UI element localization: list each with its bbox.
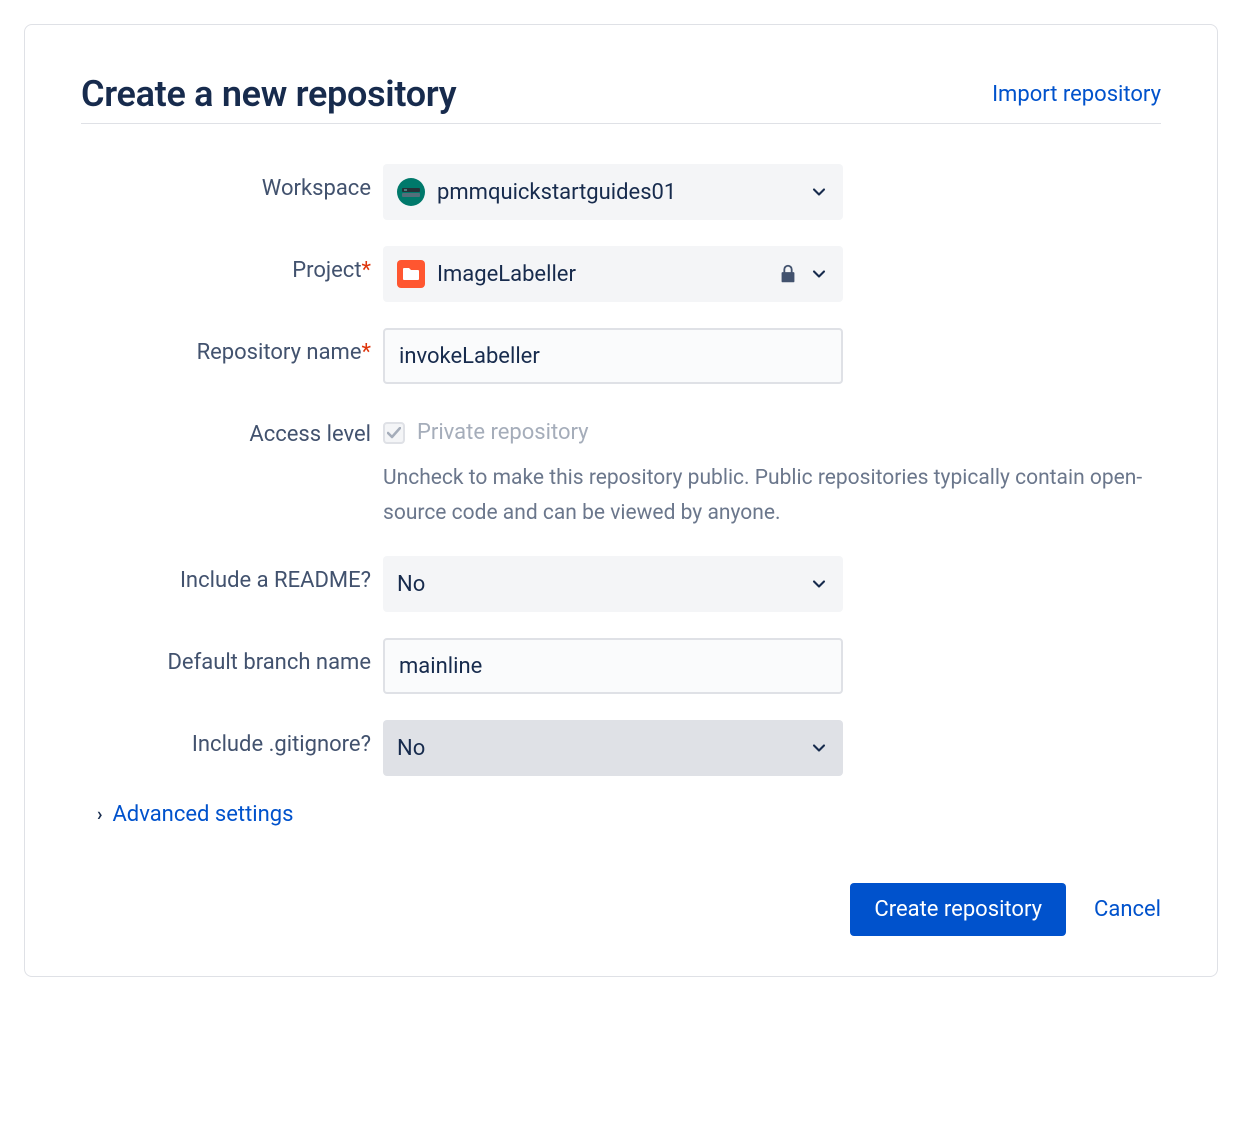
workspace-value: pmmquickstartguides01 — [437, 180, 676, 205]
project-value: ImageLabeller — [437, 262, 576, 287]
chevron-down-icon — [809, 738, 829, 758]
access-help-text: Uncheck to make this repository public. … — [383, 461, 1161, 530]
row-workspace: Workspace pmmquickstartguides01 — [81, 164, 1161, 220]
advanced-settings-label: Advanced settings — [112, 802, 293, 827]
chevron-right-icon: › — [97, 804, 102, 825]
cancel-button[interactable]: Cancel — [1094, 897, 1161, 922]
workspace-avatar-icon — [397, 178, 425, 206]
label-project: Project* — [81, 246, 383, 283]
row-gitignore: Include .gitignore? No — [81, 720, 1161, 776]
repo-name-input[interactable] — [383, 328, 843, 384]
gitignore-value: No — [397, 736, 425, 761]
import-repository-link[interactable]: Import repository — [992, 82, 1161, 107]
label-repo-name: Repository name* — [81, 328, 383, 365]
project-folder-icon — [397, 260, 425, 288]
footer: Create repository Cancel — [81, 883, 1161, 936]
workspace-select[interactable]: pmmquickstartguides01 — [383, 164, 843, 220]
create-repo-card: Create a new repository Import repositor… — [24, 24, 1218, 977]
advanced-settings-toggle[interactable]: › Advanced settings — [97, 802, 1161, 827]
label-access: Access level — [81, 410, 383, 447]
gitignore-select[interactable]: No — [383, 720, 843, 776]
label-readme: Include a README? — [81, 556, 383, 593]
row-branch: Default branch name — [81, 638, 1161, 694]
private-repo-checkbox[interactable] — [383, 422, 405, 444]
lock-icon — [777, 263, 799, 285]
row-access: Access level Private repository Uncheck … — [81, 410, 1161, 530]
readme-select[interactable]: No — [383, 556, 843, 612]
project-select[interactable]: ImageLabeller — [383, 246, 843, 302]
chevron-down-icon — [809, 182, 829, 202]
create-repository-button[interactable]: Create repository — [850, 883, 1066, 936]
row-repo-name: Repository name* — [81, 328, 1161, 384]
label-workspace: Workspace — [81, 164, 383, 201]
row-project: Project* ImageLabeller — [81, 246, 1161, 302]
row-readme: Include a README? No — [81, 556, 1161, 612]
label-branch: Default branch name — [81, 638, 383, 675]
chevron-down-icon — [809, 264, 829, 284]
header-row: Create a new repository Import repositor… — [81, 73, 1161, 124]
page-title: Create a new repository — [81, 73, 456, 115]
readme-value: No — [397, 572, 425, 597]
private-repo-label: Private repository — [417, 420, 589, 445]
label-gitignore: Include .gitignore? — [81, 720, 383, 757]
chevron-down-icon — [809, 574, 829, 594]
branch-name-input[interactable] — [383, 638, 843, 694]
